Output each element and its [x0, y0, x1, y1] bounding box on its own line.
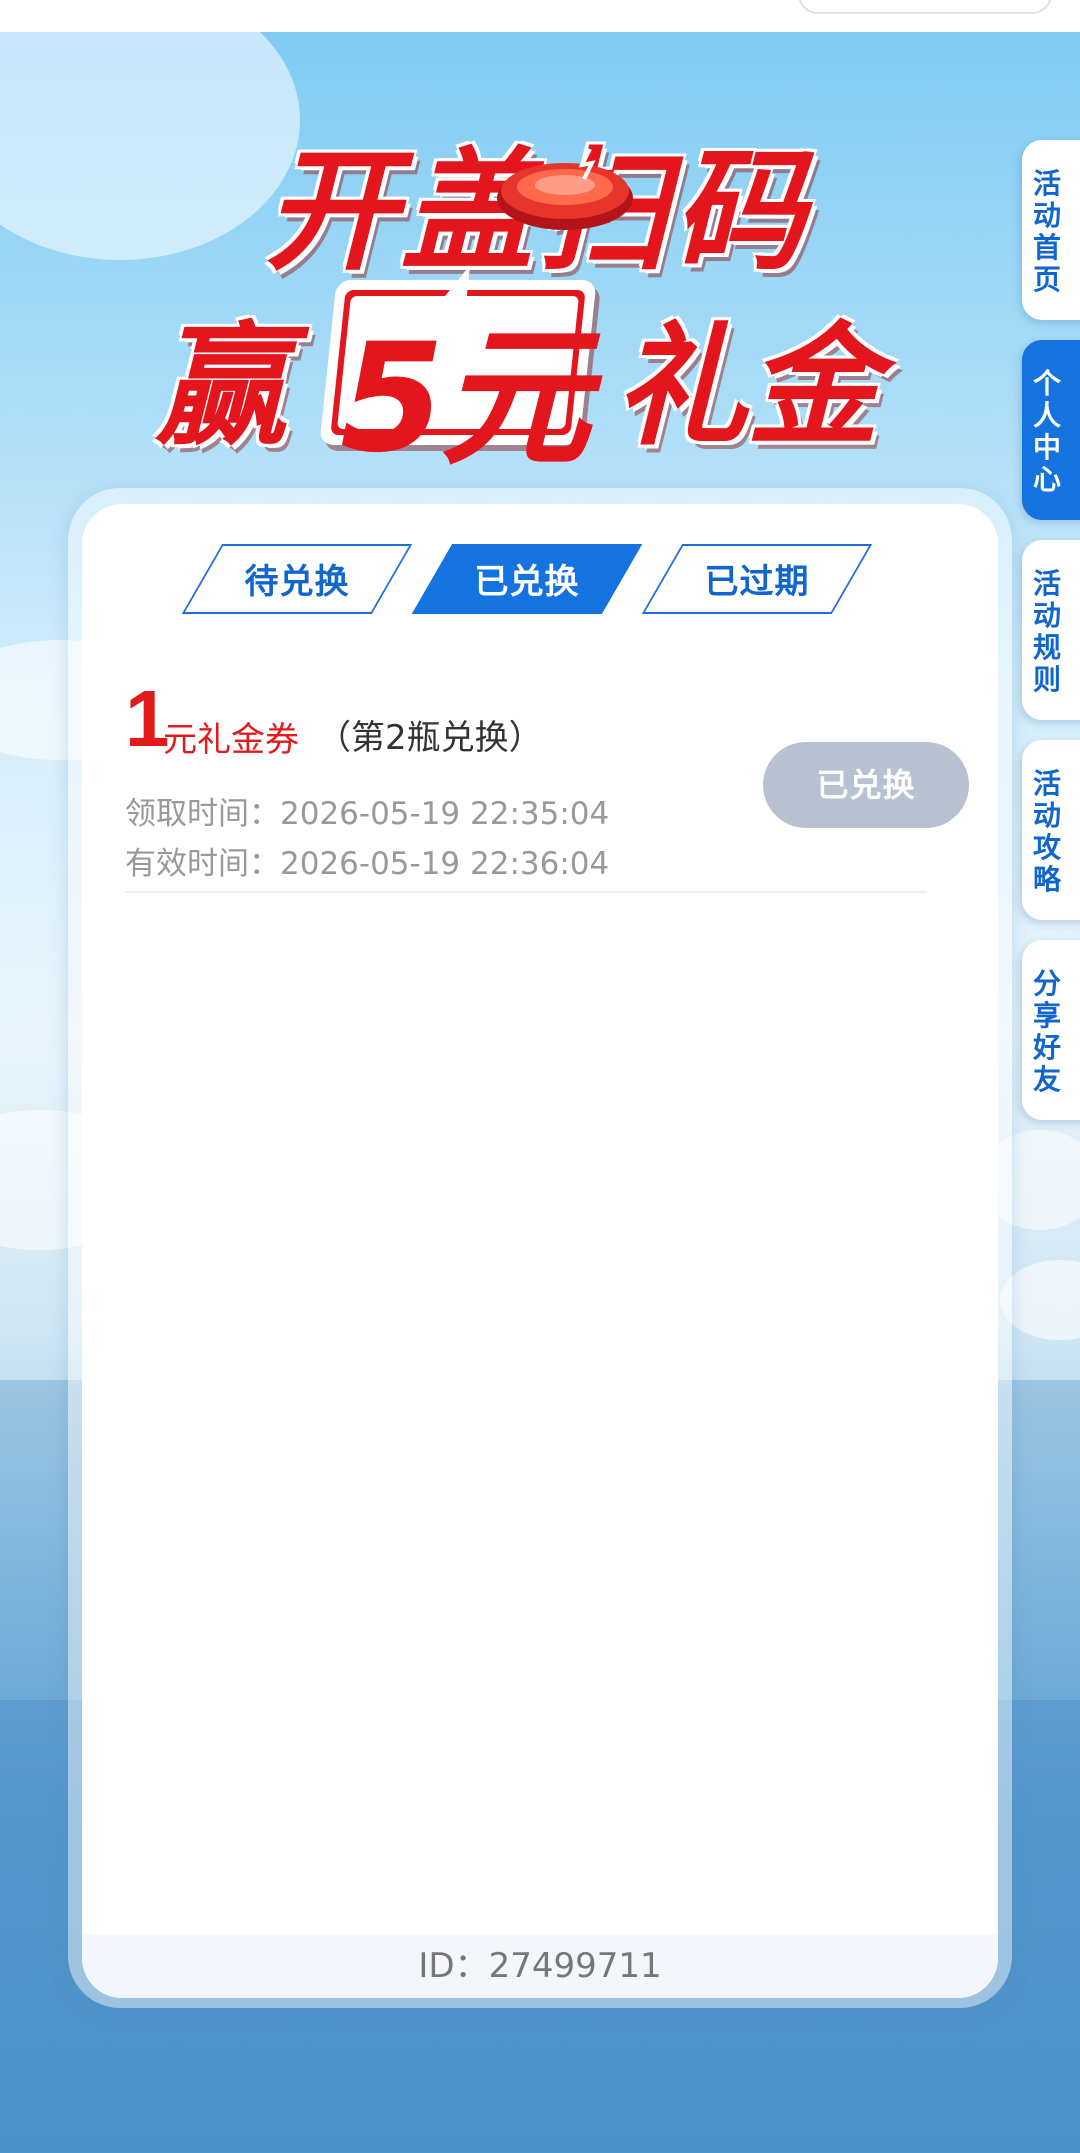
list-item: 1 元礼金券 （第2瓶兑换） 领取时间：2026-05-19 22:35:04 … [125, 676, 969, 893]
coupon-unit: 元礼金券 [163, 720, 299, 760]
hero-amount: 5元 [340, 312, 590, 486]
valid-time: 有效时间：2026-05-19 22:36:04 [125, 846, 610, 882]
side-nav-label: 活动规则 [1032, 567, 1061, 696]
tab-expired-label: 已过期 [704, 562, 810, 602]
side-nav-rules[interactable]: 活动规则 [1022, 540, 1080, 720]
coupon-card: 待兑换 已兑换 已过期 1 元礼金券 （第2瓶兑换） 领取时间：2026-05-… [82, 504, 998, 1998]
hero-win-text: 赢 [155, 310, 287, 464]
tab-redeemed-label: 已兑换 [474, 562, 580, 602]
side-nav-profile[interactable]: 个人中心 [1022, 340, 1080, 520]
claim-time: 领取时间：2026-05-19 22:35:04 [125, 796, 610, 832]
redeemed-status-button: 已兑换 [763, 742, 969, 828]
side-nav-label: 个人中心 [1032, 367, 1061, 496]
user-id: ID：27499711 [82, 1934, 998, 1998]
hero-banner: 开盖扫码 赢 5元 礼金 [140, 95, 940, 486]
coupon-tabs: 待兑换 已兑换 已过期 [181, 544, 882, 620]
side-nav-share[interactable]: 分享好友 [1022, 940, 1080, 1120]
top-capsule[interactable] [798, 0, 1052, 14]
side-nav-label: 活动首页 [1032, 167, 1061, 296]
side-nav-label: 活动攻略 [1032, 767, 1061, 896]
browser-top-bar [0, 0, 1080, 32]
hero-gift-text: 礼金 [615, 310, 879, 464]
tab-pending-label: 待兑换 [244, 562, 350, 602]
bottle-cap-icon [497, 148, 633, 230]
side-nav-label: 分享好友 [1032, 967, 1061, 1096]
side-nav-home[interactable]: 活动首页 [1022, 140, 1080, 320]
side-nav-guide[interactable]: 活动攻略 [1022, 740, 1080, 920]
coupon-note: （第2瓶兑换） [317, 718, 543, 758]
